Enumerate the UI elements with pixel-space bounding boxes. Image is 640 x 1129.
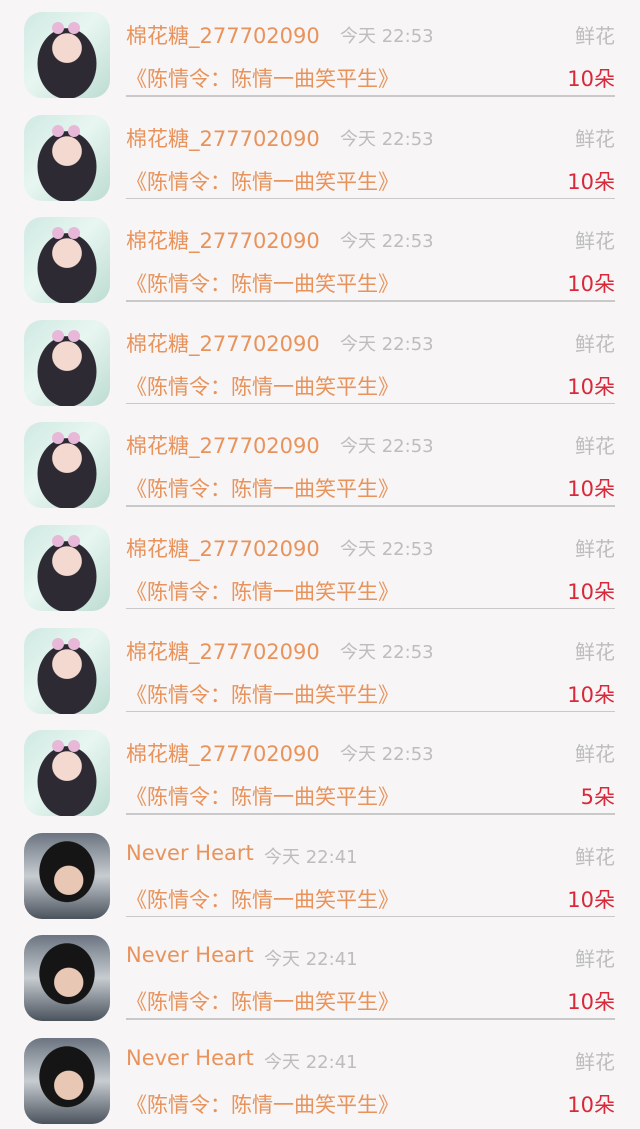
divider bbox=[126, 197, 615, 200]
gift-type-label: 鲜花 bbox=[575, 24, 615, 48]
gift-count: 10朵 bbox=[567, 990, 615, 1015]
list-item[interactable]: 棉花糖_277702090 今天 22:53 鲜花 《陈情令：陈情一曲笑平生》 … bbox=[0, 410, 640, 513]
sender-name[interactable]: 棉花糖_277702090 bbox=[126, 225, 320, 255]
sender-name[interactable]: Never Heart bbox=[126, 943, 254, 967]
gift-count: 10朵 bbox=[567, 67, 615, 91]
avatar[interactable] bbox=[24, 217, 110, 304]
bow-icon bbox=[52, 740, 80, 753]
bow-icon bbox=[52, 22, 80, 34]
timestamp: 今天 22:53 bbox=[340, 26, 434, 47]
divider bbox=[126, 300, 615, 302]
sender-name[interactable]: Never Heart bbox=[126, 841, 254, 865]
gift-type-label: 鲜花 bbox=[575, 1049, 615, 1074]
book-title-link[interactable]: 《陈情令：陈情一曲笑平生》 bbox=[126, 576, 399, 606]
gift-count: 10朵 bbox=[567, 272, 615, 297]
gift-count: 10朵 bbox=[567, 682, 615, 707]
sender-name[interactable]: 棉花糖_277702090 bbox=[126, 533, 320, 563]
timestamp: 今天 22:41 bbox=[264, 1051, 358, 1073]
timestamp: 今天 22:53 bbox=[340, 333, 434, 355]
book-title-link[interactable]: 《陈情令：陈情一曲笑平生》 bbox=[126, 63, 399, 93]
divider bbox=[126, 813, 615, 815]
avatar[interactable] bbox=[24, 422, 110, 509]
list-item[interactable]: 棉花糖_277702090 今天 22:53 鲜花 《陈情令：陈情一曲笑平生》 … bbox=[0, 718, 640, 821]
list-item[interactable]: 棉花糖_277702090 今天 22:53 鲜花 《陈情令：陈情一曲笑平生》 … bbox=[0, 0, 640, 103]
gift-count: 10朵 bbox=[567, 169, 615, 194]
gift-type-label: 鲜花 bbox=[575, 947, 615, 972]
timestamp: 今天 22:41 bbox=[264, 949, 358, 971]
book-title-link[interactable]: 《陈情令：陈情一曲笑平生》 bbox=[126, 166, 399, 196]
avatar[interactable] bbox=[24, 319, 110, 406]
list-item[interactable]: Never Heart 今天 22:41 鲜花 《陈情令：陈情一曲笑平生》 10… bbox=[0, 923, 640, 1026]
list-item[interactable]: 棉花糖_277702090 今天 22:53 鲜花 《陈情令：陈情一曲笑平生》 … bbox=[0, 103, 640, 206]
divider bbox=[126, 402, 615, 405]
book-title-link[interactable]: 《陈情令：陈情一曲笑平生》 bbox=[126, 679, 399, 709]
list-item[interactable]: 棉花糖_277702090 今天 22:53 鲜花 《陈情令：陈情一曲笑平生》 … bbox=[0, 513, 640, 616]
list-item[interactable]: Never Heart 今天 22:41 鲜花 《陈情令：陈情一曲笑平生》 10… bbox=[0, 1026, 640, 1129]
gift-count: 10朵 bbox=[567, 579, 615, 604]
gift-type-label: 鲜花 bbox=[575, 434, 615, 459]
timestamp: 今天 22:53 bbox=[340, 744, 434, 766]
bow-icon bbox=[52, 124, 80, 137]
gift-type-label: 鲜花 bbox=[575, 126, 615, 151]
timestamp: 今天 22:41 bbox=[264, 846, 358, 868]
divider bbox=[126, 607, 615, 610]
timestamp: 今天 22:53 bbox=[340, 436, 434, 458]
avatar[interactable] bbox=[24, 12, 110, 98]
gift-type-label: 鲜花 bbox=[575, 536, 615, 561]
book-title-link[interactable]: 《陈情令：陈情一曲笑平生》 bbox=[126, 268, 399, 298]
sender-name[interactable]: Never Heart bbox=[126, 1046, 254, 1070]
timestamp: 今天 22:53 bbox=[340, 128, 434, 150]
avatar[interactable] bbox=[24, 1037, 110, 1124]
bow-icon bbox=[52, 432, 80, 445]
gift-count: 10朵 bbox=[567, 1092, 615, 1117]
avatar[interactable] bbox=[24, 524, 110, 611]
avatar[interactable] bbox=[24, 627, 110, 714]
sender-name[interactable]: 棉花糖_277702090 bbox=[126, 430, 320, 460]
divider bbox=[126, 710, 615, 713]
sender-name[interactable]: 棉花糖_277702090 bbox=[126, 123, 320, 153]
gift-count: 5朵 bbox=[580, 785, 615, 810]
bow-icon bbox=[52, 534, 80, 547]
list-item[interactable]: Never Heart 今天 22:41 鲜花 《陈情令：陈情一曲笑平生》 10… bbox=[0, 821, 640, 924]
gift-type-label: 鲜花 bbox=[575, 331, 615, 356]
sender-name[interactable]: 棉花糖_277702090 bbox=[126, 738, 320, 768]
list-item[interactable]: 棉花糖_277702090 今天 22:53 鲜花 《陈情令：陈情一曲笑平生》 … bbox=[0, 616, 640, 719]
divider bbox=[126, 95, 615, 97]
avatar[interactable] bbox=[24, 114, 110, 201]
avatar[interactable] bbox=[24, 935, 110, 1022]
divider bbox=[126, 1018, 615, 1020]
book-title-link[interactable]: 《陈情令：陈情一曲笑平生》 bbox=[126, 1089, 399, 1119]
sender-name[interactable]: 棉花糖_277702090 bbox=[126, 328, 320, 358]
book-title-link[interactable]: 《陈情令：陈情一曲笑平生》 bbox=[126, 473, 399, 503]
book-title-link[interactable]: 《陈情令：陈情一曲笑平生》 bbox=[126, 781, 399, 811]
timestamp: 今天 22:53 bbox=[340, 641, 434, 663]
bow-icon bbox=[52, 329, 80, 342]
book-title-link[interactable]: 《陈情令：陈情一曲笑平生》 bbox=[126, 884, 399, 914]
book-title-link[interactable]: 《陈情令：陈情一曲笑平生》 bbox=[126, 986, 399, 1016]
gift-type-label: 鲜花 bbox=[575, 844, 615, 869]
timestamp: 今天 22:53 bbox=[340, 231, 434, 253]
gift-type-label: 鲜花 bbox=[575, 639, 615, 664]
divider bbox=[126, 915, 615, 918]
bow-icon bbox=[52, 637, 80, 650]
list-item[interactable]: 棉花糖_277702090 今天 22:53 鲜花 《陈情令：陈情一曲笑平生》 … bbox=[0, 308, 640, 411]
sender-name[interactable]: 棉花糖_277702090 bbox=[126, 20, 320, 50]
gift-record-list: 棉花糖_277702090 今天 22:53 鲜花 《陈情令：陈情一曲笑平生》 … bbox=[0, 0, 640, 1129]
book-title-link[interactable]: 《陈情令：陈情一曲笑平生》 bbox=[126, 371, 399, 401]
timestamp: 今天 22:53 bbox=[340, 538, 434, 560]
sender-name[interactable]: 棉花糖_277702090 bbox=[126, 636, 320, 666]
gift-type-label: 鲜花 bbox=[575, 229, 615, 254]
gift-type-label: 鲜花 bbox=[575, 742, 615, 767]
divider bbox=[126, 505, 615, 507]
avatar[interactable] bbox=[24, 730, 110, 817]
gift-count: 10朵 bbox=[567, 477, 615, 502]
gift-count: 10朵 bbox=[567, 374, 615, 399]
avatar[interactable] bbox=[24, 832, 110, 919]
gift-count: 10朵 bbox=[567, 887, 615, 912]
list-item[interactable]: 棉花糖_277702090 今天 22:53 鲜花 《陈情令：陈情一曲笑平生》 … bbox=[0, 205, 640, 308]
bow-icon bbox=[52, 227, 80, 240]
